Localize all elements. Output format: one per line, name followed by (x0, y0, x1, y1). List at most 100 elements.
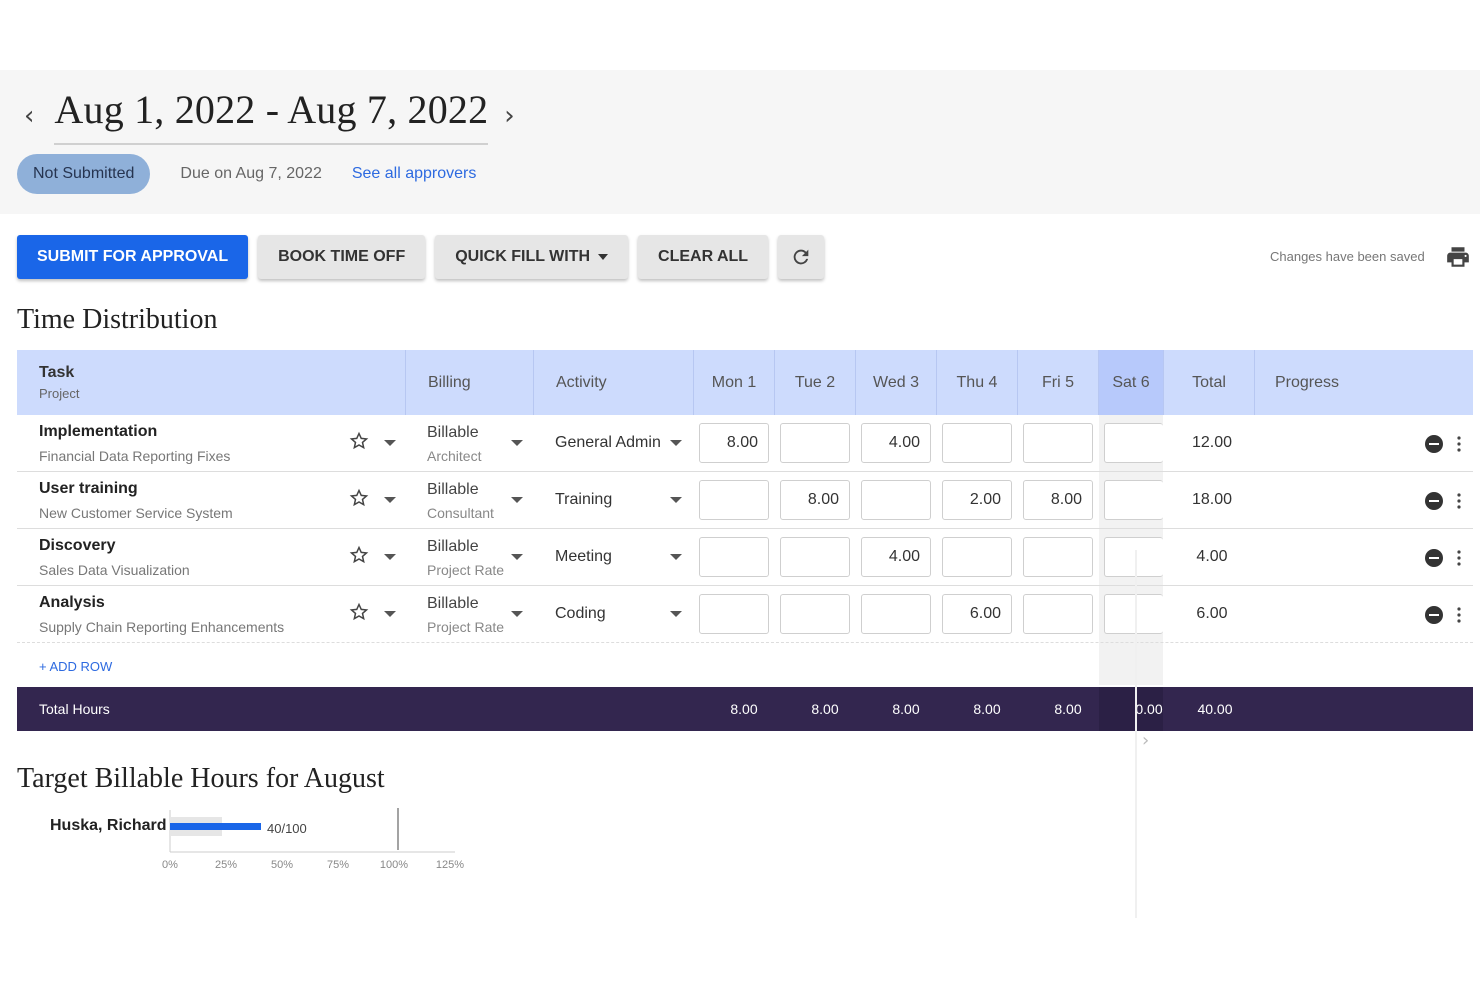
task-dropdown-icon[interactable] (384, 497, 396, 503)
target-progress-chart: 40/100 0% 25% 50% 75% 100% 125% (162, 808, 464, 871)
target-person-name: Huska, Richard (50, 817, 167, 834)
wed-hours-input[interactable] (861, 480, 931, 520)
remove-row-icon[interactable] (1424, 434, 1444, 454)
billing-value: Billable (427, 538, 479, 555)
horizontal-scroll-indicator[interactable] (1135, 550, 1137, 918)
quick-fill-label: QUICK FILL WITH (455, 248, 591, 265)
total-hours-label: Total Hours (39, 701, 110, 717)
tue-hours-input[interactable] (780, 594, 850, 634)
activity-column-header: Activity (533, 350, 693, 415)
more-options-icon[interactable] (1454, 548, 1464, 568)
chevron-right-icon[interactable]: › (504, 103, 514, 129)
billing-dropdown-icon[interactable] (511, 554, 523, 560)
fri-hours-input[interactable] (1023, 423, 1093, 463)
star-icon[interactable] (349, 431, 369, 451)
chevron-left-icon[interactable]: ‹ (24, 103, 34, 129)
x-tick-label: 0% (162, 859, 178, 871)
thu-column-header: Thu 4 (936, 350, 1017, 415)
fri-hours-input[interactable] (1023, 537, 1093, 577)
thu-hours-input[interactable] (942, 537, 1012, 577)
timesheet-page: ‹ Aug 1, 2022 - Aug 7, 2022 › Not Submit… (0, 0, 1480, 987)
more-options-icon[interactable] (1454, 491, 1464, 511)
fri-hours-input[interactable]: 8.00 (1023, 480, 1093, 520)
thu-hours-input[interactable]: 2.00 (942, 480, 1012, 520)
fri-hours-input[interactable] (1023, 594, 1093, 634)
task-column-header: Task Project (17, 350, 405, 415)
billing-role: Consultant (427, 505, 494, 521)
remove-row-icon[interactable] (1424, 548, 1444, 568)
wed-hours-input[interactable]: 4.00 (861, 537, 931, 577)
x-tick-label: 75% (327, 859, 349, 871)
period-title[interactable]: Aug 1, 2022 - Aug 7, 2022 (54, 86, 489, 145)
save-status-text: Changes have been saved (1270, 249, 1425, 264)
mon-hours-input[interactable]: 8.00 (699, 423, 769, 463)
project-header-label: Project (39, 386, 80, 401)
task-dropdown-icon[interactable] (384, 554, 396, 560)
book-time-off-button[interactable]: BOOK TIME OFF (258, 235, 426, 279)
activity-value: Training (555, 491, 613, 508)
remove-row-icon[interactable] (1424, 491, 1444, 511)
see-all-approvers-link[interactable]: See all approvers (352, 165, 477, 183)
target-billable-title: Target Billable Hours for August (17, 763, 385, 794)
tue-hours-input[interactable]: 8.00 (780, 480, 850, 520)
wed-hours-input[interactable] (861, 594, 931, 634)
table-row: Discovery Sales Data Visualization Billa… (17, 529, 1473, 586)
task-dropdown-icon[interactable] (384, 611, 396, 617)
tue-total: 8.00 (811, 701, 839, 717)
activity-dropdown-icon[interactable] (670, 440, 682, 446)
thu-total: 8.00 (973, 701, 1001, 717)
activity-dropdown-icon[interactable] (670, 611, 682, 617)
refresh-button[interactable] (778, 235, 825, 279)
quick-fill-button[interactable]: QUICK FILL WITH (435, 235, 629, 279)
task-header-label: Task (39, 364, 75, 381)
progress-column-header: Progress (1254, 350, 1473, 415)
billing-role: Project Rate (427, 619, 505, 635)
billing-dropdown-icon[interactable] (511, 611, 523, 617)
fri-column-header: Fri 5 (1017, 350, 1098, 415)
activity-value: Coding (555, 605, 606, 622)
task-name: Implementation (39, 423, 158, 440)
star-icon[interactable] (349, 602, 369, 622)
timesheet-grid: Task Project Billing Activity Mon 1 Tue … (17, 350, 1473, 731)
status-row: Not Submitted Due on Aug 7, 2022 See all… (17, 154, 476, 194)
billing-dropdown-icon[interactable] (511, 440, 523, 446)
mon-hours-input[interactable] (699, 594, 769, 634)
grand-total: 40.00 (1197, 701, 1233, 717)
task-project: Supply Chain Reporting Enhancements (39, 619, 285, 635)
sat-hours-input[interactable] (1104, 594, 1163, 634)
more-options-icon[interactable] (1454, 605, 1464, 625)
activity-value: Meeting (555, 548, 612, 565)
wed-hours-input[interactable]: 4.00 (861, 423, 931, 463)
clear-all-button[interactable]: CLEAR ALL (638, 235, 769, 279)
mon-hours-input[interactable] (699, 537, 769, 577)
thu-hours-input[interactable]: 6.00 (942, 594, 1012, 634)
refresh-icon (793, 249, 809, 265)
x-tick-label: 50% (271, 859, 293, 871)
submit-for-approval-button[interactable]: SUBMIT FOR APPROVAL (17, 235, 249, 279)
task-dropdown-icon[interactable] (384, 440, 396, 446)
bar-background (170, 817, 222, 823)
sat-hours-input[interactable] (1104, 480, 1163, 520)
star-icon[interactable] (349, 545, 369, 565)
scroll-right-icon[interactable]: › (1142, 730, 1149, 751)
remove-row-icon[interactable] (1424, 605, 1444, 625)
mon-hours-input[interactable] (699, 480, 769, 520)
activity-dropdown-icon[interactable] (670, 497, 682, 503)
tue-hours-input[interactable] (780, 423, 850, 463)
wed-total: 8.00 (892, 701, 920, 717)
more-options-icon[interactable] (1454, 434, 1464, 454)
task-project: Sales Data Visualization (39, 562, 190, 578)
x-tick-label: 125% (436, 859, 464, 871)
add-row-link[interactable]: + ADD ROW (39, 659, 112, 674)
print-icon[interactable] (1444, 244, 1472, 270)
thu-hours-input[interactable] (942, 423, 1012, 463)
tue-column-header: Tue 2 (774, 350, 855, 415)
sat-hours-input[interactable] (1104, 423, 1163, 463)
star-icon[interactable] (349, 488, 369, 508)
billing-dropdown-icon[interactable] (511, 497, 523, 503)
sat-hours-input[interactable] (1104, 537, 1163, 577)
mon-total: 8.00 (730, 701, 758, 717)
activity-dropdown-icon[interactable] (670, 554, 682, 560)
x-tick-label: 100% (380, 859, 408, 871)
tue-hours-input[interactable] (780, 537, 850, 577)
